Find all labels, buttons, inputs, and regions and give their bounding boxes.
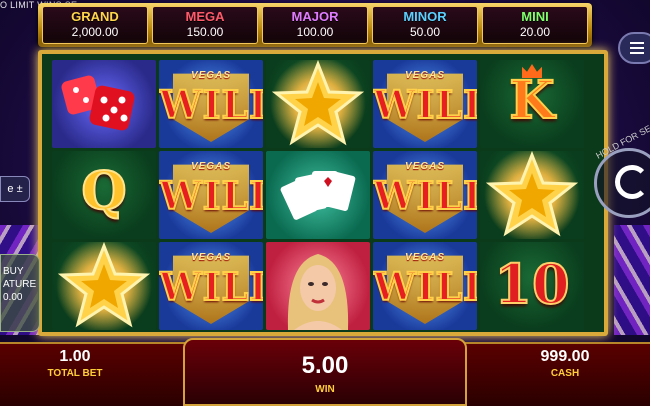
king-letter: K (508, 69, 555, 132)
jackpot-mega-title: MEGA (185, 9, 225, 24)
jackpot-minor-value: 50.00 (409, 25, 441, 39)
jackpot-major-value: 100.00 (296, 25, 334, 39)
woman-portrait (287, 254, 349, 330)
reel-frame: VEGASWILD VEGASWILD K Q VEGASWILD VEGASW… (38, 50, 608, 336)
total-bet-panel[interactable]: 1.00 TOTAL BET (40, 348, 110, 379)
jackpot-minor: MINOR 50.00 (372, 6, 478, 44)
symbol-vegas-wild: VEGASWILD (373, 242, 477, 330)
jackpot-major: MAJOR 100.00 (262, 6, 368, 44)
symbol-vegas-wild: VEGASWILD (373, 151, 477, 239)
symbol-vegas-wild: VEGASWILD (159, 242, 263, 330)
win-panel: 5.00 WIN (183, 338, 467, 406)
jackpot-mega-value: 150.00 (186, 25, 224, 39)
wild-subtitle: VEGAS (190, 70, 231, 81)
buy-feature-button[interactable]: BUY ATURE 0.00 (0, 254, 40, 332)
symbol-dice (52, 60, 156, 148)
wild-subtitle: VEGAS (404, 252, 445, 263)
total-bet-label: TOTAL BET (47, 368, 103, 379)
wild-subtitle: VEGAS (404, 161, 445, 172)
wild-subtitle: VEGAS (190, 252, 231, 263)
menu-button[interactable] (618, 32, 650, 64)
symbol-star (52, 242, 156, 330)
symbol-vegas-wild: VEGASWILD (373, 60, 477, 148)
buy-feature-price: 0.00 (3, 292, 23, 303)
symbol-vegas-wild: VEGASWILD (159, 60, 263, 148)
win-label: WIN (315, 384, 335, 395)
jackpot-major-title: MAJOR (291, 9, 339, 24)
buy-feature-line2: ATURE (3, 279, 37, 290)
dice-icon (61, 75, 135, 131)
playing-cards-icon (280, 171, 356, 220)
wild-subtitle: VEGAS (404, 70, 445, 81)
wild-title: WILD (373, 263, 477, 310)
symbol-woman (266, 242, 370, 330)
jackpot-minor-title: MINOR (403, 9, 447, 24)
cash-panel: 999.00 CASH (520, 348, 610, 379)
symbol-star (480, 151, 584, 239)
symbol-vegas-wild: VEGASWILD (159, 151, 263, 239)
jackpot-grand: GRAND 2,000.00 (42, 6, 148, 44)
jackpot-bar: GRAND 2,000.00 MEGA 150.00 MAJOR 100.00 MIN… (38, 3, 592, 47)
hamburger-icon (630, 42, 644, 44)
jackpot-mega: MEGA 150.00 (152, 6, 258, 44)
jackpot-mini: MINI 20.00 (482, 6, 588, 44)
total-bet-value: 1.00 (59, 348, 91, 365)
jackpot-grand-value: 2,000.00 (71, 25, 119, 39)
win-value: 5.00 (301, 352, 349, 379)
star-icon (485, 151, 579, 237)
bet-adjust-button[interactable]: e ± (0, 176, 30, 202)
wild-subtitle: VEGAS (190, 161, 231, 172)
wild-title: WILD (159, 81, 263, 128)
cash-label: CASH (550, 368, 580, 379)
wild-title: WILD (373, 81, 477, 128)
buy-feature-line1: BUY (3, 266, 24, 277)
wild-title: WILD (159, 172, 263, 219)
spin-arrow-icon (615, 165, 649, 199)
queen-letter: Q (80, 160, 127, 223)
jackpot-mini-value: 20.00 (519, 25, 551, 39)
symbol-queen: Q (52, 151, 156, 239)
right-stage-lights (614, 225, 650, 335)
star-icon (271, 60, 365, 146)
wild-title: WILD (373, 172, 477, 219)
game-screen: O LIMIT WINS SE GRAND2,000.00 MEGA150.00… (0, 0, 650, 406)
wild-title: WILD (159, 263, 263, 310)
symbol-king: K (480, 60, 584, 148)
reel-grid: VEGASWILD VEGASWILD K Q VEGASWILD VEGASW… (52, 60, 584, 330)
symbol-cards (266, 151, 370, 239)
symbol-ten: 10 (480, 242, 584, 330)
symbol-star (266, 60, 370, 148)
ten-label: 10 (493, 251, 570, 317)
star-icon (57, 242, 151, 328)
jackpot-mini-title: MINI (521, 9, 549, 24)
jackpot-grand-title: GRAND (71, 9, 119, 24)
cash-value: 999.00 (540, 348, 590, 365)
